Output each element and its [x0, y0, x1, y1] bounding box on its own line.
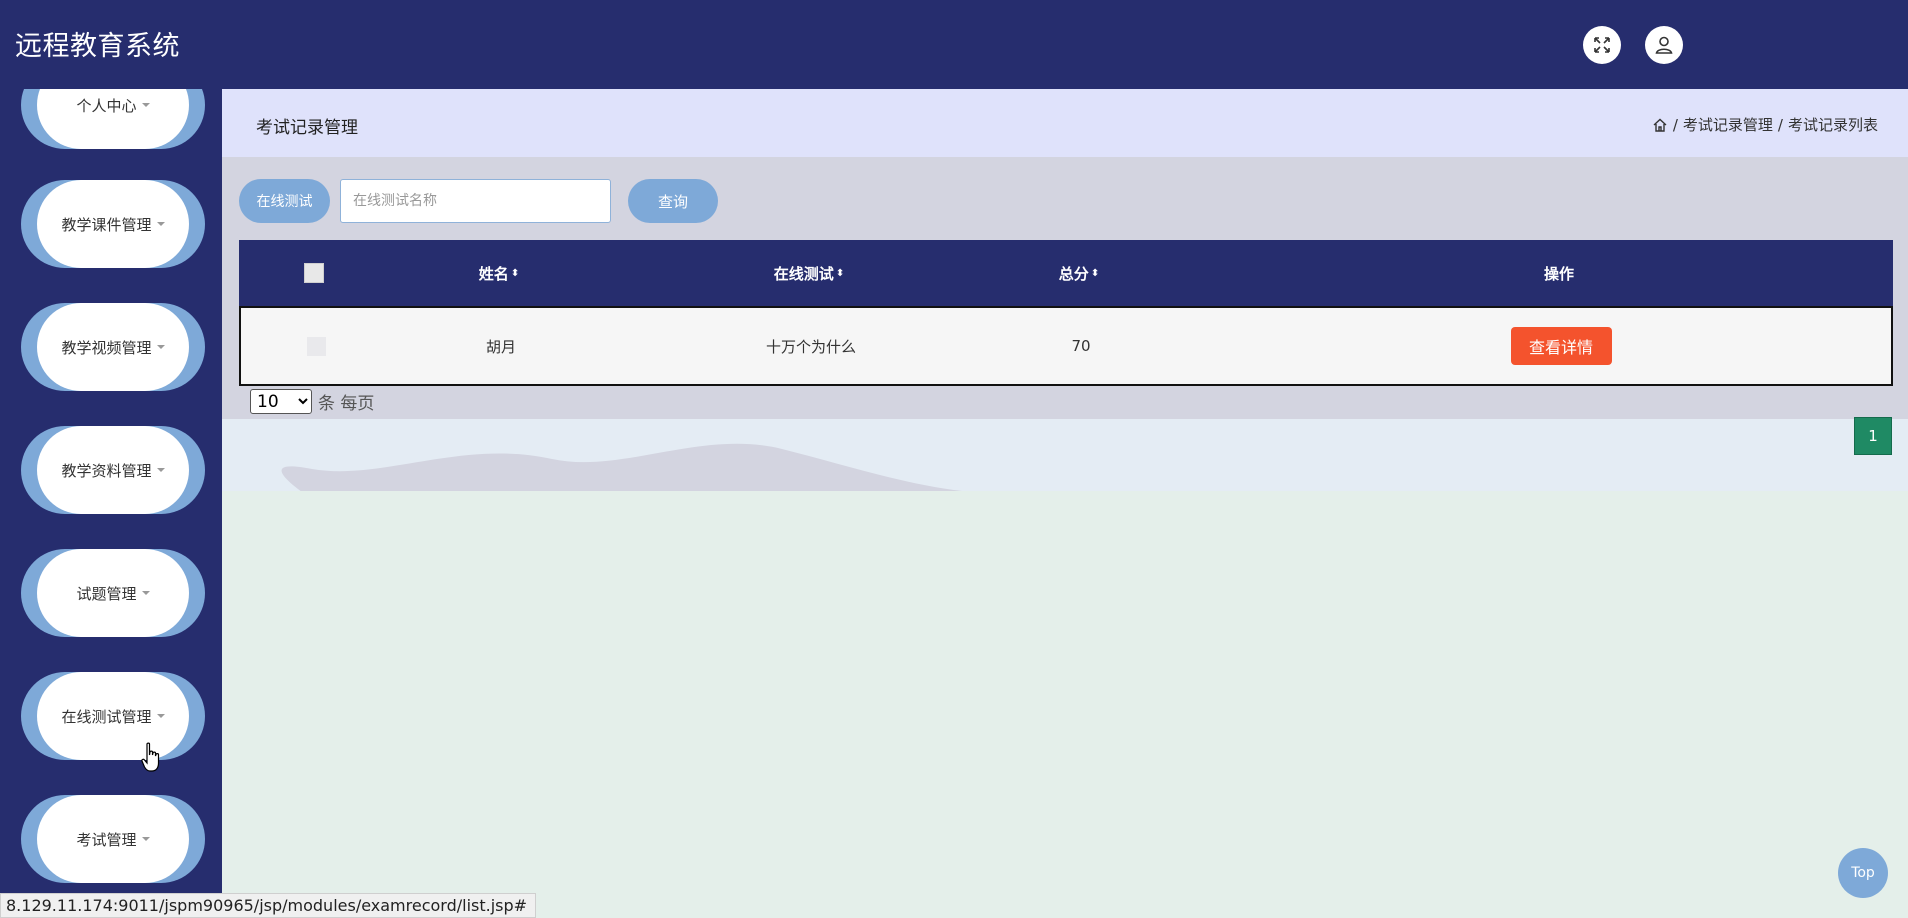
caret-down-icon: [156, 345, 165, 349]
column-header-action: 操作: [1543, 264, 1574, 283]
cell-name: 胡月: [485, 337, 516, 356]
sidebar-item-personal-center[interactable]: 个人中心: [21, 89, 205, 149]
sidebar-item-label: 教学课件管理: [61, 215, 152, 234]
sort-icon: ⬍: [835, 267, 845, 279]
breadcrumb-separator: /: [1672, 115, 1678, 134]
fullscreen-icon: [1594, 37, 1610, 53]
user-icon: [1655, 36, 1673, 54]
app-title: 远程教育系统: [15, 31, 180, 62]
sidebar-item-online-test[interactable]: 在线测试管理: [21, 672, 205, 760]
breadcrumb-item: 考试记录列表: [1787, 116, 1878, 134]
sort-icon: ⬍: [1090, 267, 1100, 279]
background-wave: [222, 419, 1908, 499]
breadcrumb: / 考试记录管理 / 考试记录列表: [1652, 114, 1878, 135]
sidebar: 个人中心 教学课件管理 教学视频管理 教学资料管理 试题管理 在线测试管理 考试…: [0, 89, 222, 918]
column-header-name[interactable]: 姓名 ⬍: [439, 240, 559, 306]
caret-down-icon: [156, 714, 165, 718]
home-icon[interactable]: [1652, 117, 1668, 133]
table-row: 胡月 十万个为什么 70 查看详情: [239, 306, 1893, 386]
sort-icon: ⬍: [510, 267, 520, 279]
page-number-button[interactable]: 1: [1854, 417, 1892, 455]
page-title: 考试记录管理: [256, 118, 358, 138]
breadcrumb-separator: /: [1777, 115, 1783, 134]
hand-cursor-icon: [141, 742, 160, 772]
sidebar-item-questions[interactable]: 试题管理: [21, 549, 205, 637]
fullscreen-button[interactable]: [1583, 26, 1621, 64]
table-header: 姓名 ⬍ 在线测试 ⬍ 总分 ⬍ 操作: [239, 240, 1893, 306]
search-label: 在线测试: [239, 179, 330, 223]
caret-down-icon: [156, 468, 165, 472]
caret-down-icon: [141, 103, 150, 107]
user-button[interactable]: [1645, 26, 1683, 64]
caret-down-icon: [156, 222, 165, 226]
view-detail-button[interactable]: 查看详情: [1510, 327, 1612, 365]
sidebar-item-exam[interactable]: 考试管理: [21, 795, 205, 883]
sidebar-item-label: 考试管理: [76, 830, 137, 849]
sidebar-item-label: 个人中心: [76, 96, 137, 115]
status-url-bar: 8.129.11.174:9011/jspm90965/jsp/modules/…: [0, 893, 537, 918]
page-size-select[interactable]: 10: [250, 389, 312, 414]
row-checkbox[interactable]: [306, 336, 326, 356]
query-button[interactable]: 查询: [628, 179, 718, 223]
cell-score: 70: [1071, 337, 1091, 355]
sidebar-item-courseware[interactable]: 教学课件管理: [21, 180, 205, 268]
per-page-label: 条 每页: [318, 394, 375, 414]
sidebar-item-materials[interactable]: 教学资料管理: [21, 426, 205, 514]
caret-down-icon: [141, 591, 150, 595]
page-header: 考试记录管理 / 考试记录管理 / 考试记录列表: [222, 89, 1908, 157]
sidebar-item-label: 教学视频管理: [61, 338, 152, 357]
breadcrumb-item[interactable]: 考试记录管理: [1683, 114, 1773, 135]
column-header-test[interactable]: 在线测试 ⬍: [689, 240, 929, 306]
record-table: 姓名 ⬍ 在线测试 ⬍ 总分 ⬍ 操作 胡月 十万个为什么 70 查看详情: [239, 240, 1893, 386]
main-content: 考试记录管理 / 考试记录管理 / 考试记录列表 在线测试 查询 姓名⬍ 在线测…: [222, 89, 1908, 918]
caret-down-icon: [141, 837, 150, 841]
sidebar-item-label: 教学资料管理: [61, 461, 152, 480]
page-size-control: 10 条 每页: [250, 389, 374, 414]
search-input[interactable]: [340, 179, 611, 223]
top-header: 远程教育系统: [0, 0, 1908, 89]
back-to-top-button[interactable]: Top: [1838, 848, 1888, 898]
column-header-score[interactable]: 总分 ⬍: [1019, 240, 1139, 306]
cell-test: 十万个为什么: [765, 337, 856, 356]
sidebar-item-label: 在线测试管理: [61, 707, 152, 726]
sidebar-item-label: 试题管理: [76, 584, 137, 603]
sidebar-item-video[interactable]: 教学视频管理: [21, 303, 205, 391]
select-all-checkbox[interactable]: [304, 263, 324, 283]
